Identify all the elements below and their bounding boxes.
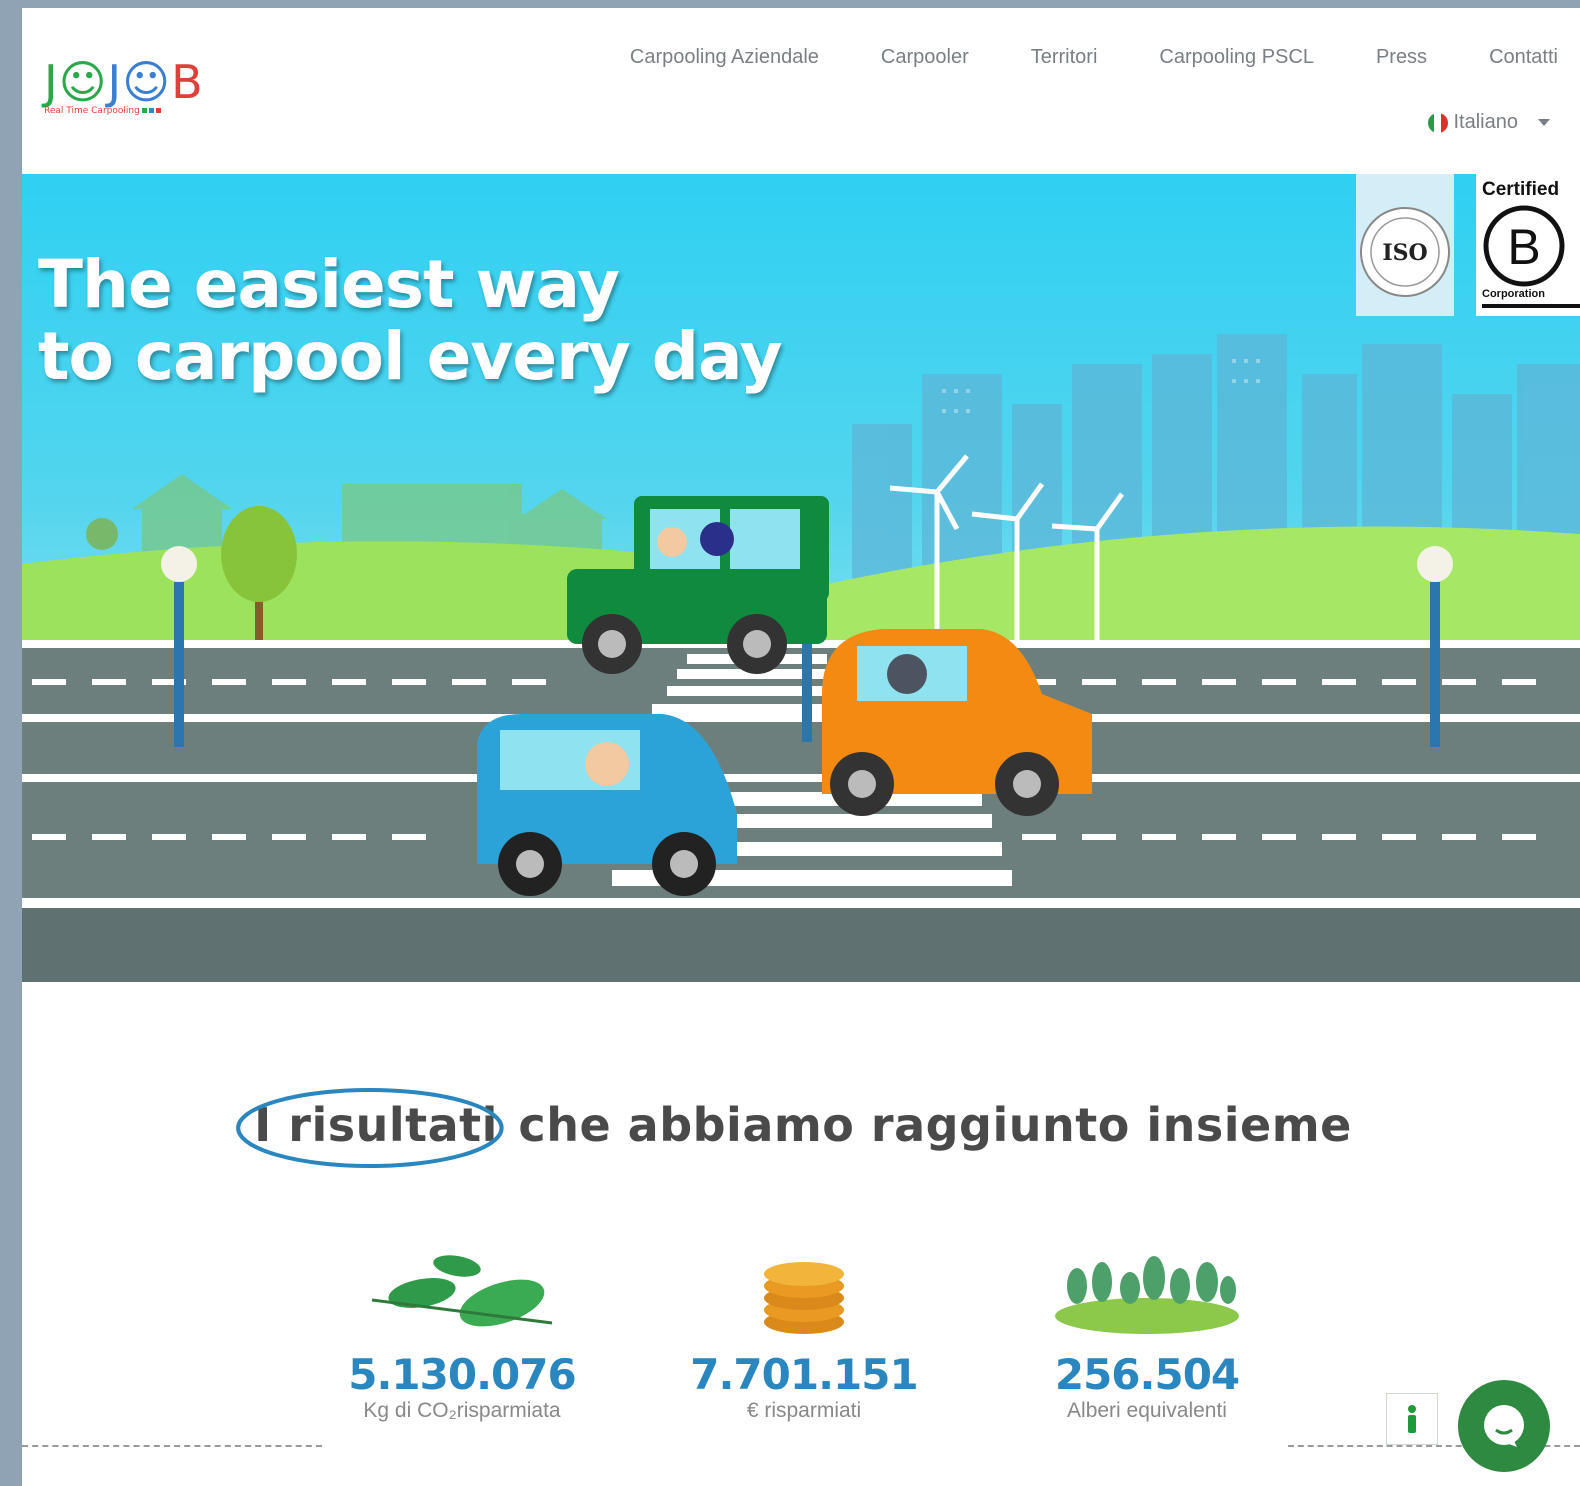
stat-co2: 5.130.076 Kg di CO₂risparmiata xyxy=(322,1248,602,1423)
leaves-icon xyxy=(322,1248,602,1338)
hand-drawn-circle-icon xyxy=(236,1088,504,1168)
stat-savings-label: € risparmiati xyxy=(746,1399,862,1422)
stat-co2-value: 5.130.076 xyxy=(348,1350,576,1399)
language-label: Italiano xyxy=(1453,111,1519,133)
chat-bubble-icon xyxy=(1484,1405,1524,1447)
site-header: J☺J☺B Real Time Carpooling Carpooling Az… xyxy=(22,8,1580,174)
nav-carpooling-aziendale[interactable]: Carpooling Aziendale xyxy=(630,46,819,69)
chevron-down-icon xyxy=(1538,119,1550,126)
divider-left xyxy=(22,1445,322,1447)
stat-savings-value: 7.701.151 xyxy=(690,1350,918,1399)
results-title-highlight: I risultati xyxy=(236,1088,504,1168)
b-corporation-label: Corporation xyxy=(1482,288,1545,300)
hero-title-line2: to carpool every day xyxy=(38,318,782,395)
hero-title: The easiest way to carpool every day xyxy=(38,246,782,395)
iso-seal-icon: ISO xyxy=(1360,207,1450,297)
nav-carpooling-pscl[interactable]: Carpooling PSCL xyxy=(1159,46,1314,69)
nav-press[interactable]: Press xyxy=(1376,46,1427,69)
stat-trees-label: Alberi equivalenti xyxy=(1067,1399,1227,1422)
b-corporation-badge[interactable]: Certified B Corporation xyxy=(1476,174,1580,316)
jojob-logo[interactable]: J☺J☺B Real Time Carpooling xyxy=(44,58,214,128)
iso-label: ISO xyxy=(1382,240,1427,266)
page: J☺J☺B Real Time Carpooling Carpooling Az… xyxy=(22,8,1580,1486)
logo-wordmark: J☺J☺B xyxy=(44,55,204,109)
nav-contatti[interactable]: Contatti xyxy=(1489,46,1558,69)
b-letter: B xyxy=(1507,219,1540,275)
nav-carpooler[interactable]: Carpooler xyxy=(881,46,969,69)
stat-trees: 256.504 Alberi equivalenti xyxy=(1007,1248,1287,1423)
stat-savings: 7.701.151 € risparmiati xyxy=(664,1248,944,1423)
stat-trees-value: 256.504 xyxy=(1054,1350,1240,1399)
nav-territori[interactable]: Territori xyxy=(1031,46,1098,69)
trees-icon xyxy=(1007,1248,1287,1338)
hero-banner: The easiest way to carpool every day ISO… xyxy=(22,174,1580,982)
main-nav: Carpooling Aziendale Carpooler Territori… xyxy=(568,46,1558,69)
results-title: I risultati che abbiamo raggiunto insiem… xyxy=(22,1088,1580,1168)
language-selector[interactable]: Italiano xyxy=(1427,111,1550,134)
results-title-rest: che abbiamo raggiunto insieme xyxy=(518,1098,1352,1152)
hero-title-line1: The easiest way xyxy=(38,246,620,323)
accessibility-button[interactable] xyxy=(1386,1393,1438,1445)
stat-co2-label: Kg di CO₂risparmiata xyxy=(363,1399,561,1422)
accessibility-icon xyxy=(1408,1405,1416,1433)
iso-certification-badge[interactable]: ISO xyxy=(1356,174,1454,316)
coins-icon xyxy=(664,1248,944,1338)
chat-button[interactable] xyxy=(1458,1380,1550,1472)
italy-flag-icon xyxy=(1427,112,1448,133)
